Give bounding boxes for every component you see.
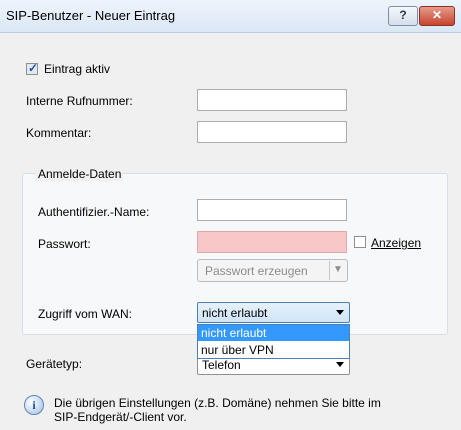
password-label: Passwort:	[38, 237, 91, 251]
wan-access-dropdown-list: nicht erlaubt nur über VPN	[197, 324, 350, 359]
comment-label: Kommentar:	[26, 126, 92, 140]
internal-number-label: Interne Rufnummer:	[26, 94, 133, 108]
auth-name-input[interactable]	[197, 199, 347, 221]
internal-number-input[interactable]	[197, 89, 347, 111]
entry-active-label: Eintrag aktiv	[44, 62, 111, 76]
wan-access-select[interactable]: nicht erlaubt	[197, 302, 350, 323]
wan-access-option[interactable]: nur über VPN	[198, 342, 349, 358]
auth-name-label: Authentifizier.-Name:	[38, 205, 150, 219]
wan-access-value: nicht erlaubt	[202, 306, 268, 320]
device-type-label: Gerätetyp:	[26, 357, 83, 371]
wan-access-label: Zugriff vom WAN:	[38, 307, 133, 321]
generate-password-button[interactable]: Passwort erzeugen ▼	[197, 259, 348, 282]
close-icon: ✕	[431, 8, 443, 22]
comment-input[interactable]	[197, 121, 347, 143]
show-password-checkbox[interactable]	[354, 236, 366, 248]
help-button[interactable]: ?	[388, 6, 418, 26]
show-password-label: Anzeigen	[371, 236, 422, 250]
wan-access-option[interactable]: nicht erlaubt	[198, 325, 349, 341]
info-icon: i	[24, 395, 44, 415]
chevron-down-icon	[336, 310, 344, 315]
split-dropdown-icon[interactable]: ▼	[333, 264, 343, 275]
title-bar: SIP-Benutzer - Neuer Eintrag ? ✕	[0, 0, 461, 33]
login-data-group-title: Anmelde-Daten	[36, 167, 124, 181]
help-icon: ?	[399, 8, 407, 22]
chevron-down-icon	[336, 362, 344, 367]
checkmark-icon: ✓	[28, 61, 39, 75]
info-text-line1: Die übrigen Einstellungen (z.B. Domäne) …	[54, 396, 381, 410]
password-input[interactable]	[197, 231, 347, 253]
device-type-value: Telefon	[202, 358, 241, 372]
close-button[interactable]: ✕	[419, 6, 455, 26]
generate-password-label: Passwort erzeugen	[205, 264, 308, 278]
window-title: SIP-Benutzer - Neuer Eintrag	[6, 8, 176, 23]
info-text-line2: SIP-Endgerät/-Client vor.	[54, 410, 187, 424]
entry-active-checkbox[interactable]: ✓	[26, 61, 39, 75]
dialog-window: SIP-Benutzer - Neuer Eintrag ? ✕ ✓ Eintr…	[0, 0, 461, 430]
split-divider	[329, 261, 330, 280]
